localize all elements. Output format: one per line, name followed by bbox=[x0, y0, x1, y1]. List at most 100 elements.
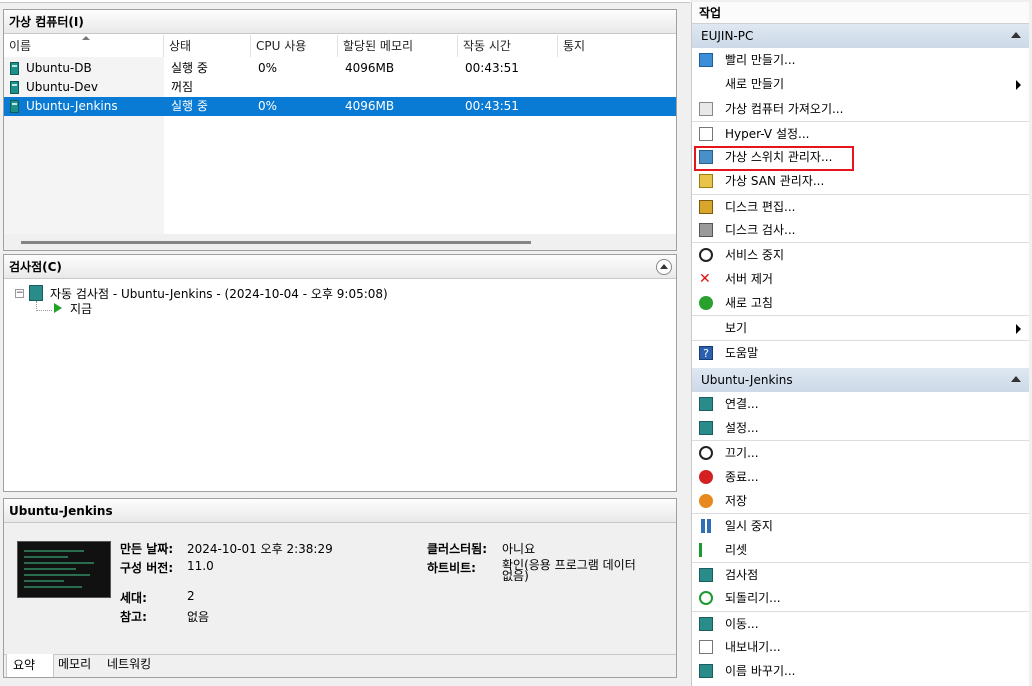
action-item-label: 일시 중지 bbox=[725, 519, 773, 534]
disk-inspect-icon bbox=[699, 223, 713, 238]
submenu-arrow-icon bbox=[1016, 80, 1021, 91]
action-item[interactable]: 서비스 중지 bbox=[692, 242, 1029, 266]
action-item[interactable]: 리셋 bbox=[692, 538, 1029, 562]
action-item-label: 연결... bbox=[725, 396, 759, 411]
checkpoint-entry[interactable]: 자동 검사점 - Ubuntu-Jenkins - (2024-10-04 - … bbox=[50, 285, 388, 302]
collapse-panel-button[interactable] bbox=[656, 259, 672, 275]
quick-create-icon bbox=[699, 53, 713, 67]
action-item[interactable]: 되돌리기... bbox=[692, 586, 1029, 610]
disk-edit-icon bbox=[699, 199, 713, 214]
config-version-value: 11.0 bbox=[187, 559, 214, 573]
checkpoint-panel-title: 검사점(C) bbox=[4, 255, 676, 279]
top-divider bbox=[0, 0, 690, 3]
action-item[interactable]: 보기 bbox=[692, 315, 1029, 339]
tab-summary[interactable]: 요약 bbox=[6, 654, 54, 677]
action-item-label: 내보내기... bbox=[725, 639, 781, 654]
action-item-label: 새로 만들기 bbox=[725, 77, 785, 92]
action-item[interactable]: 빨리 만들기... bbox=[692, 48, 1029, 72]
action-item-label: 저장 bbox=[725, 494, 748, 509]
remove-server-icon: ✕ bbox=[699, 270, 711, 287]
action-item-label: 이동... bbox=[725, 616, 759, 631]
action-item[interactable]: 설정... bbox=[692, 416, 1029, 440]
shutdown-icon bbox=[699, 469, 713, 484]
vm-icon bbox=[10, 62, 19, 75]
action-item[interactable]: 끄기... bbox=[692, 440, 1029, 464]
play-icon bbox=[54, 303, 62, 313]
checkpoint-now[interactable]: 지금 bbox=[70, 300, 92, 317]
config-version-label: 구성 버전: bbox=[120, 561, 174, 575]
column-header-state[interactable]: 상태 bbox=[164, 35, 251, 57]
chevron-up-icon bbox=[660, 264, 668, 269]
created-label: 만든 날짜: bbox=[120, 542, 174, 556]
vm-cpu: 0% bbox=[258, 61, 278, 75]
action-item-label: 서비스 중지 bbox=[725, 248, 785, 263]
refresh-icon bbox=[699, 295, 713, 310]
vm-thumbnail[interactable] bbox=[17, 541, 111, 598]
connect-icon bbox=[699, 396, 713, 411]
action-item[interactable]: Hyper-V 설정... bbox=[692, 120, 1029, 145]
action-item-label: 가상 SAN 관리자... bbox=[725, 174, 825, 189]
action-item[interactable]: ? 도움말 bbox=[692, 339, 1029, 364]
action-item[interactable]: 디스크 검사... bbox=[692, 218, 1029, 242]
highlight-box bbox=[694, 146, 854, 171]
scrollbar-thumb[interactable] bbox=[21, 241, 531, 244]
action-item[interactable]: 검사점 bbox=[692, 561, 1029, 586]
checkpoint-panel: 검사점(C) − 자동 검사점 - Ubuntu-Jenkins - (2024… bbox=[3, 254, 677, 492]
vm-group-label: Ubuntu-Jenkins bbox=[701, 372, 793, 387]
vm-memory: 4096MB bbox=[345, 99, 395, 113]
vm-memory: 4096MB bbox=[345, 61, 395, 75]
vm-cpu: 0% bbox=[258, 99, 278, 113]
action-item-label: 종료... bbox=[725, 469, 759, 484]
column-header-memory[interactable]: 할당된 메모리 bbox=[338, 35, 458, 57]
action-item[interactable]: 새로 만들기 bbox=[692, 72, 1029, 96]
action-item[interactable]: 가상 SAN 관리자... bbox=[692, 169, 1029, 193]
action-item[interactable]: 새로 고침 bbox=[692, 291, 1029, 315]
heartbeat-label: 하트비트: bbox=[427, 561, 476, 575]
host-actions-list: 빨리 만들기... 새로 만들기가상 컴퓨터 가져오기... Hyper-V 설정.… bbox=[692, 48, 1029, 364]
action-item-label: 끄기... bbox=[725, 446, 759, 461]
stop-service-icon bbox=[699, 248, 713, 263]
vm-row[interactable]: Ubuntu-Dev 꺼짐 bbox=[4, 78, 676, 97]
action-item[interactable]: 저장 bbox=[692, 489, 1029, 513]
vm-group-header[interactable]: Ubuntu-Jenkins bbox=[692, 367, 1029, 392]
action-item-label: 서버 제거 bbox=[725, 271, 773, 286]
vm-details-panel: Ubuntu-Jenkins 만든 날짜: 2024-10-01 오후 2:38… bbox=[3, 498, 677, 678]
submenu-arrow-icon bbox=[1016, 324, 1021, 335]
tree-collapse-icon[interactable]: − bbox=[15, 289, 24, 298]
action-item-label: 가상 컴퓨터 가져오기... bbox=[725, 101, 844, 116]
column-header-cpu[interactable]: CPU 사용 bbox=[251, 35, 338, 57]
action-item-label: 디스크 검사... bbox=[725, 223, 796, 238]
action-item-label: 되돌리기... bbox=[725, 591, 781, 606]
generation-value: 2 bbox=[187, 589, 195, 603]
action-item[interactable]: 일시 중지 bbox=[692, 513, 1029, 537]
actions-title: 작업 bbox=[692, 2, 1029, 24]
action-item-label: 검사점 bbox=[725, 567, 759, 582]
action-item[interactable]: 연결... bbox=[692, 392, 1029, 416]
tab-memory[interactable]: 메모리 bbox=[58, 655, 91, 673]
action-item-label: 보기 bbox=[725, 321, 748, 336]
horizontal-scrollbar[interactable] bbox=[4, 234, 676, 250]
vm-icon bbox=[10, 100, 19, 113]
created-value: 2024-10-01 오후 2:38:29 bbox=[187, 542, 333, 556]
column-header-uptime[interactable]: 작동 시간 bbox=[458, 35, 558, 57]
action-item[interactable]: 디스크 편집... bbox=[692, 193, 1029, 218]
vm-row[interactable]: Ubuntu-DB 실행 중 0% 4096MB 00:43:51 bbox=[4, 59, 676, 78]
help-icon: ? bbox=[699, 345, 713, 360]
vm-icon bbox=[10, 81, 19, 94]
action-item[interactable]: ✕ 서버 제거 bbox=[692, 267, 1029, 291]
vm-uptime: 00:43:51 bbox=[465, 61, 519, 75]
action-item[interactable]: 가상 컴퓨터 가져오기... bbox=[692, 97, 1029, 121]
reset-icon bbox=[699, 542, 713, 557]
column-header-notice[interactable]: 통지 bbox=[558, 35, 676, 57]
action-item[interactable]: 내보내기... bbox=[692, 635, 1029, 659]
san-icon bbox=[699, 174, 713, 189]
host-group-header[interactable]: EUJIN-PC bbox=[692, 24, 1029, 48]
action-item-label: 이름 바꾸기... bbox=[725, 664, 796, 679]
action-item[interactable]: 종료... bbox=[692, 465, 1029, 489]
vm-list-panel: 가상 컴퓨터(I) 이름 상태 CPU 사용 할당된 메모리 작동 시간 통지 … bbox=[3, 9, 677, 251]
notes-label: 참고: bbox=[120, 610, 147, 624]
tab-networking[interactable]: 네트워킹 bbox=[107, 655, 151, 673]
action-item[interactable]: 이동... bbox=[692, 610, 1029, 635]
action-item[interactable]: 이름 바꾸기... bbox=[692, 659, 1029, 683]
vm-row-selected[interactable]: Ubuntu-Jenkins 실행 중 0% 4096MB 00:43:51 bbox=[4, 97, 676, 116]
